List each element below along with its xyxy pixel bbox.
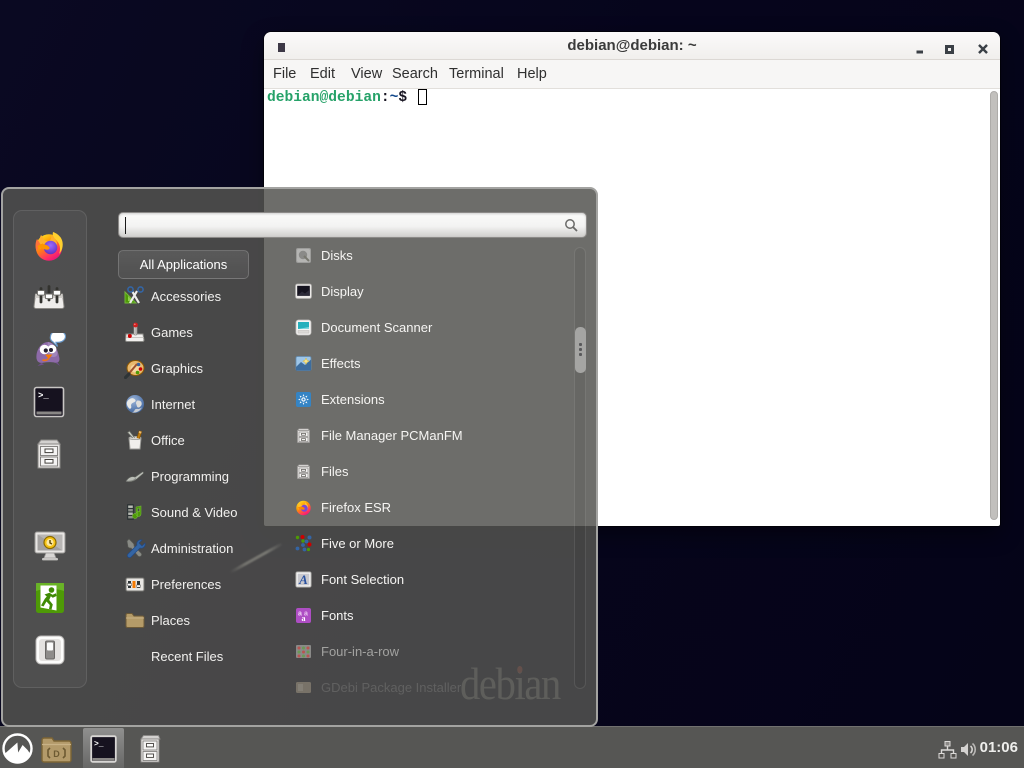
svg-text:a: a — [302, 614, 306, 623]
svg-text:>_: >_ — [38, 391, 49, 401]
svg-text:A: A — [298, 572, 308, 587]
svg-text:>_: >_ — [94, 740, 104, 749]
svg-text:D: D — [53, 749, 60, 759]
